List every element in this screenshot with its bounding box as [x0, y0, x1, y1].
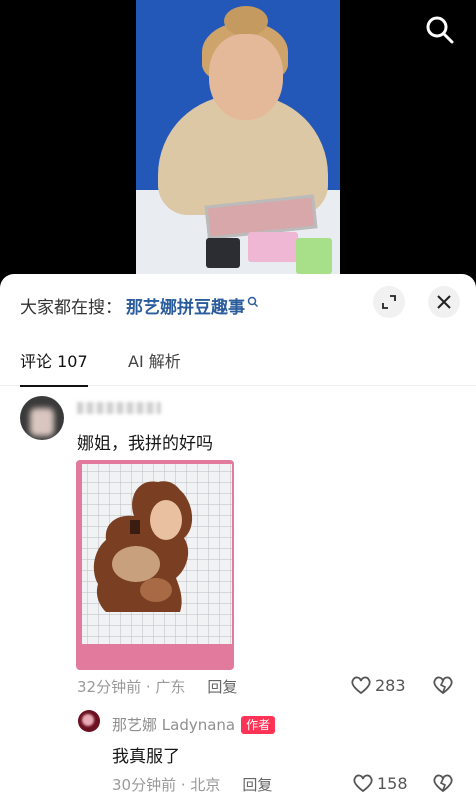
username-redacted — [77, 402, 161, 414]
author-avatar[interactable] — [78, 710, 100, 732]
broken-heart-icon — [433, 774, 453, 793]
comment-meta: 32分钟前 · 广东 回复 — [77, 676, 237, 697]
search-mini-icon — [247, 296, 259, 308]
video-player[interactable] — [0, 0, 476, 290]
reply-reply-button[interactable]: 回复 — [242, 774, 272, 795]
video-box — [206, 238, 240, 268]
reply-like-count: 158 — [377, 773, 408, 793]
search-icon[interactable] — [424, 14, 456, 46]
tab-ai-label: AI 解析 — [128, 352, 181, 371]
comment-tabs: 评论 107 AI 解析 — [0, 348, 476, 387]
reply-dislike-button[interactable] — [432, 773, 454, 797]
author-badge: 作者 — [241, 715, 276, 734]
comment-sheet: 大家都在搜： 那艺娜拼豆趣事 评论 107 AI 解析 娜姐，我拼的好吗 32分… — [0, 274, 476, 800]
video-person-bun — [224, 6, 268, 36]
reply-button[interactable]: 回复 — [207, 676, 237, 697]
trending-search-prefix: 大家都在搜： — [20, 297, 122, 318]
heart-icon — [353, 774, 373, 793]
broken-heart-icon — [433, 676, 453, 695]
tab-comments-label: 评论 107 — [20, 352, 88, 371]
reply-meta: 30分钟前 · 北京 回复 — [112, 774, 272, 795]
close-icon — [437, 295, 451, 309]
comment-image[interactable] — [76, 460, 234, 670]
video-tray — [248, 232, 298, 262]
trending-search-term[interactable]: 那艺娜拼豆趣事 — [126, 293, 245, 318]
reply-author-name[interactable]: 那艺娜 Ladynana — [112, 714, 235, 735]
close-button[interactable] — [428, 286, 460, 318]
like-button[interactable]: 283 — [350, 675, 406, 695]
reply-time: 30分钟前 · 北京 — [112, 776, 221, 794]
expand-button[interactable] — [373, 286, 405, 318]
video-person-head — [209, 34, 283, 120]
expand-icon — [382, 295, 396, 309]
comment-text: 娜姐，我拼的好吗 — [77, 434, 213, 454]
like-count: 283 — [375, 675, 406, 695]
avatar[interactable] — [20, 396, 64, 440]
video-green-box — [296, 238, 332, 274]
tab-comments[interactable]: 评论 107 — [20, 348, 88, 387]
tab-active-indicator — [20, 385, 88, 387]
trending-search[interactable]: 大家都在搜： 那艺娜拼豆趣事 — [20, 290, 259, 320]
dislike-button[interactable] — [432, 675, 454, 699]
reply-like-button[interactable]: 158 — [352, 773, 408, 793]
video-frame — [136, 0, 340, 290]
reply-author-row: 那艺娜 Ladynana 作者 — [112, 714, 276, 735]
tab-ai-analysis[interactable]: AI 解析 — [128, 348, 181, 386]
reply-text: 我真服了 — [112, 747, 180, 767]
heart-icon — [351, 676, 371, 695]
comment-time: 32分钟前 · 广东 — [77, 678, 186, 696]
